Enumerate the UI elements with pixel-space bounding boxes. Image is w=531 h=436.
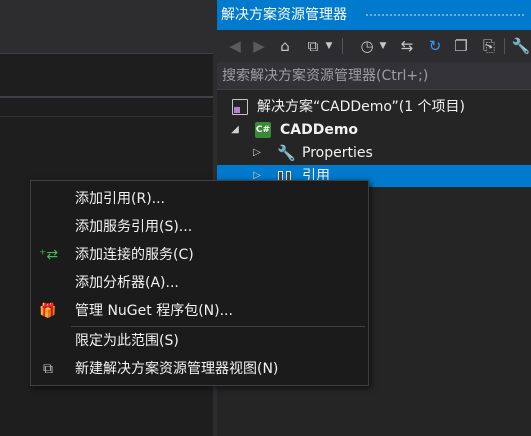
menu-item-add-analyzer[interactable]: 添加分析器(A)...	[31, 269, 368, 297]
menu-item-add-connected-service[interactable]: ⁺⇄ 添加连接的服务(C)	[31, 241, 368, 269]
solution-explorer-title-bar[interactable]: 解决方案资源管理器	[217, 0, 531, 30]
home-icon[interactable]: ⌂	[275, 36, 295, 56]
new-view-icon: ⧉	[43, 361, 53, 377]
editor-top-strip	[0, 0, 213, 26]
chevron-down-icon[interactable]: ▼	[323, 36, 335, 56]
properties-label: Properties	[302, 145, 373, 161]
editor-divider	[0, 116, 213, 117]
context-menu: 添加引用(R)... 添加服务引用(S)... ⁺⇄ 添加连接的服务(C) 添加…	[30, 180, 369, 386]
tree-item-solution[interactable]: 解决方案“CADDemo”(1 个项目)	[217, 96, 531, 118]
expanded-arrow-icon[interactable]: ◢	[229, 119, 241, 141]
menu-item-new-solution-explorer-view[interactable]: ⧉ 新建解决方案资源管理器视图(N)	[31, 355, 368, 383]
connected-service-icon: ⁺⇄	[39, 247, 59, 263]
refresh-icon[interactable]: ↻	[425, 36, 445, 56]
csharp-project-icon: C#	[255, 122, 271, 138]
switch-views-icon[interactable]: ⧉	[303, 36, 323, 56]
menu-item-manage-nuget[interactable]: 🎁 管理 NuGet 程序包(N)...	[31, 297, 368, 325]
editor-divider	[0, 96, 213, 98]
tree-item-project[interactable]: ◢ C# CADDemo	[217, 119, 531, 141]
menu-item-scope-to-this[interactable]: 限定为此范围(S)	[31, 327, 368, 355]
solution-explorer-title: 解决方案资源管理器	[221, 7, 347, 23]
project-label: CADDemo	[280, 122, 359, 138]
collapse-all-icon[interactable]: ❐	[451, 36, 471, 56]
properties-icon[interactable]: 🔧	[511, 36, 531, 56]
title-grip	[365, 13, 525, 18]
back-icon[interactable]: ◀	[225, 36, 245, 56]
solution-explorer-search-input[interactable]: 搜索解决方案资源管理器(Ctrl+;)	[217, 62, 531, 90]
nuget-package-icon: 🎁	[39, 303, 57, 319]
sync-icon[interactable]: ⇆	[397, 36, 417, 56]
search-placeholder: 搜索解决方案资源管理器(Ctrl+;)	[222, 68, 429, 84]
collapsed-arrow-icon[interactable]: ▷	[251, 142, 263, 164]
editor-tab-strip	[0, 26, 213, 54]
show-all-files-icon[interactable]: ⎘	[479, 36, 499, 56]
tree-item-properties[interactable]: ▷ 🔧 Properties	[217, 142, 531, 164]
history-icon[interactable]: ◷	[357, 36, 377, 56]
solution-label: 解决方案“CADDemo”(1 个项目)	[257, 99, 466, 115]
menu-item-add-reference[interactable]: 添加引用(R)...	[31, 185, 368, 213]
toolbar-separator	[342, 38, 343, 54]
solution-icon	[232, 99, 248, 115]
menu-item-add-service-reference[interactable]: 添加服务引用(S)...	[31, 213, 368, 241]
chevron-down-icon[interactable]: ▼	[377, 36, 389, 56]
toolbar-separator	[504, 38, 505, 54]
forward-icon[interactable]: ▶	[249, 36, 269, 56]
solution-explorer-toolbar: ◀ ▶ ⌂ ⧉ ▼ ◷ ▼ ⇆ ↻ ❐ ⎘ 🔧	[217, 30, 531, 62]
wrench-icon: 🔧	[277, 144, 296, 162]
